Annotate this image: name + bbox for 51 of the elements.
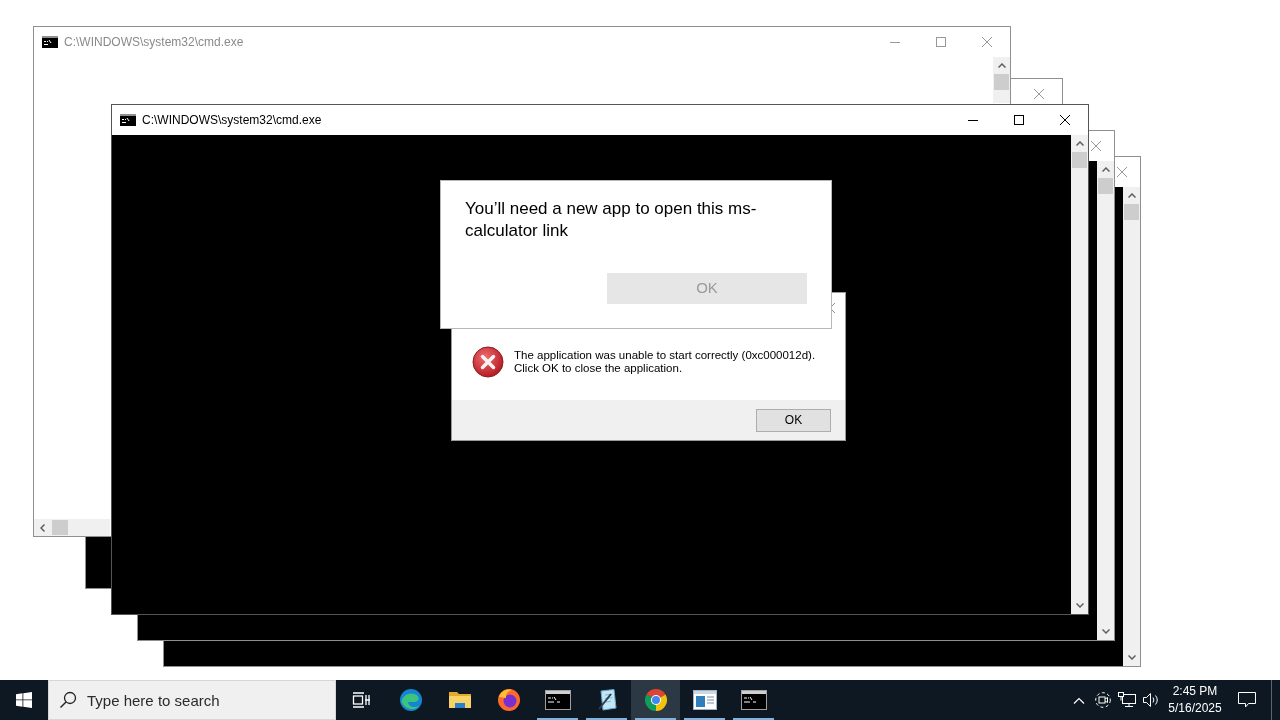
ok-button[interactable]: OK	[756, 408, 831, 432]
vertical-scrollbar[interactable]	[1097, 161, 1114, 640]
taskbar-app-button[interactable]	[631, 680, 680, 720]
close-icon[interactable]	[1117, 167, 1127, 177]
scrollbar-thumb[interactable]	[1072, 152, 1087, 168]
vertical-scrollbar[interactable]	[993, 57, 1010, 103]
scrollbar-thumb[interactable]	[52, 520, 68, 535]
notifications-icon	[1238, 692, 1256, 708]
horizontal-scrollbar[interactable]	[34, 519, 110, 536]
scrollbar-thumb[interactable]	[1098, 178, 1113, 194]
tricolor-circle-icon	[643, 688, 668, 712]
maximize-icon	[936, 37, 946, 47]
scrollbar-thumb[interactable]	[994, 74, 1009, 90]
scrollbar-thumb[interactable]	[1124, 204, 1139, 220]
error-message: The application was unable to start correctly (0xc000012d). Click OK to close the application.	[514, 348, 817, 375]
window-panels-icon	[692, 690, 717, 710]
speaker-icon	[1142, 692, 1160, 708]
search-icon	[59, 691, 77, 709]
task-view-icon	[352, 692, 370, 708]
swirl-logo-icon	[398, 688, 423, 712]
chevron-down-icon	[1127, 655, 1136, 660]
vertical-scrollbar[interactable]	[1071, 135, 1088, 614]
clock-time: 2:45 PM	[1172, 683, 1218, 700]
chevron-up-icon	[1101, 167, 1110, 172]
clock-date: 5/16/2025	[1168, 700, 1222, 717]
clock[interactable]: 2:45 PM 5/16/2025	[1163, 680, 1227, 720]
terminal-icon	[544, 690, 571, 710]
error-icon	[472, 345, 504, 378]
terminal-icon	[740, 690, 767, 710]
vertical-scrollbar[interactable]	[1123, 187, 1140, 666]
close-icon[interactable]	[1091, 141, 1101, 151]
chevron-down-icon	[1101, 629, 1110, 634]
chevron-up-icon	[1127, 193, 1136, 198]
chevron-left-icon	[40, 523, 45, 532]
chevron-up-icon	[997, 63, 1006, 68]
chevron-down-icon	[1075, 603, 1084, 608]
network-monitor-icon	[1118, 692, 1136, 708]
maximize-icon	[1014, 115, 1024, 125]
close-icon[interactable]	[1034, 89, 1044, 99]
window-title: C:\WINDOWS\system32\cmd.exe	[64, 34, 244, 51]
folder-icon	[447, 690, 472, 710]
flame-globe-icon	[496, 688, 521, 712]
chevron-up-icon	[1073, 696, 1085, 704]
chevron-up-icon	[1075, 141, 1084, 146]
windows-logo-icon	[16, 692, 32, 708]
camera-icon	[1095, 692, 1111, 708]
window-title: C:\WINDOWS\system32\cmd.exe	[142, 112, 322, 129]
dialog-message: You’ll need a new app to open this ms-calculator link	[465, 198, 758, 242]
search-field[interactable]: Type here to search	[48, 680, 336, 720]
terminal-icon	[120, 114, 136, 126]
terminal-icon	[42, 36, 58, 48]
